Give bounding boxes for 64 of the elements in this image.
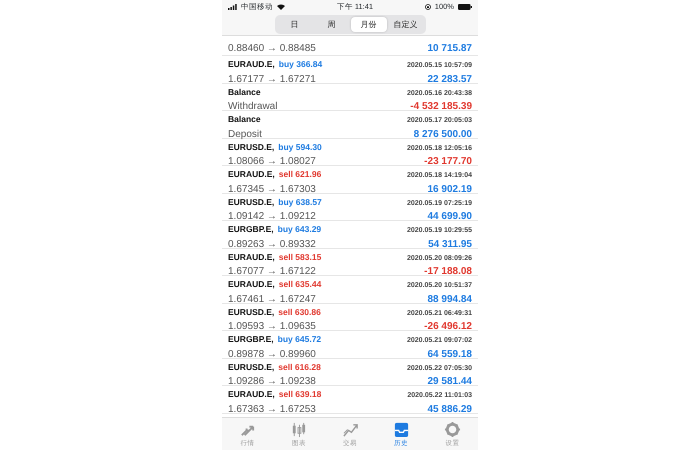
- trade-side-volume: sell 583.15: [278, 250, 322, 264]
- balance-type: Deposit: [228, 128, 262, 142]
- trade-side-volume: buy 645.72: [278, 333, 322, 346]
- balance-label: Balance: [228, 86, 261, 98]
- lock-rotation-icon: [424, 4, 431, 10]
- candlestick-icon: [290, 421, 308, 438]
- trade-symbol: EURAUD.E,: [228, 168, 275, 181]
- price-range: 1.67077 → 1.67122: [228, 265, 316, 279]
- profit-value: 16 902.19: [428, 182, 472, 196]
- trend-line-icon: [342, 421, 358, 438]
- trade-side-volume: sell 639.18: [278, 388, 322, 401]
- price-range: 1.08066 → 1.08027: [228, 155, 316, 169]
- period-tab[interactable]: 周: [314, 17, 350, 32]
- profit-value: 8 276 500.00: [414, 128, 472, 142]
- balance-label: Balance: [228, 113, 261, 126]
- trade-symbol: EURGBP.E,: [228, 223, 274, 236]
- trade-symbol: EURUSD.E,: [228, 360, 274, 374]
- profit-value: -4 532 185.39: [410, 100, 472, 114]
- profit-value: -23 177.70: [424, 155, 472, 169]
- period-tab[interactable]: 自定义: [388, 17, 424, 32]
- profit-value: -26 496.12: [424, 320, 472, 334]
- signal-icon: [228, 4, 237, 10]
- profit-value: 54 311.95: [428, 238, 472, 252]
- price-range: 0.88460 → 0.88485: [228, 42, 316, 56]
- profit-value: 10 715.87: [428, 42, 472, 56]
- trade-side-volume: sell 630.86: [278, 306, 321, 318]
- period-tab[interactable]: 日: [276, 17, 312, 32]
- trade-symbol: EURAUD.E,: [228, 250, 275, 264]
- profit-value: 45 886.29: [428, 402, 472, 416]
- price-range: 1.67461 → 1.67247: [228, 292, 316, 306]
- trade-symbol: EURAUD.E,: [228, 388, 275, 401]
- price-range: 1.67363 → 1.67253: [228, 402, 316, 416]
- profit-value: 29 581.44: [428, 375, 472, 389]
- profit-value: -17 188.08: [424, 265, 472, 279]
- trade-symbol: EURAUD.E,: [228, 58, 275, 71]
- price-range: 0.89263 → 0.89332: [228, 238, 316, 252]
- inbox-icon: [392, 421, 410, 438]
- trade-side-volume: buy 594.30: [278, 140, 322, 154]
- price-range: 0.89878 → 0.89960: [228, 348, 316, 362]
- price-range: 1.09593 → 1.09635: [228, 320, 316, 334]
- profit-value: 88 994.84: [428, 292, 472, 306]
- wifi-icon: [277, 4, 285, 10]
- trade-side-volume: sell 621.96: [278, 168, 322, 181]
- profit-value: 44 699.90: [428, 210, 472, 224]
- period-tab[interactable]: 月份: [350, 17, 386, 32]
- price-range: 1.67177 → 1.67271: [228, 72, 316, 86]
- trade-symbol: EURUSD.E,: [228, 196, 274, 208]
- trade-symbol: EURAUD.E,: [228, 278, 275, 291]
- trade-side-volume: buy 638.57: [278, 196, 322, 208]
- trade-symbol: EURGBP.E,: [228, 333, 274, 346]
- battery-icon: [458, 4, 472, 10]
- price-range: 1.09142 → 1.09212: [228, 210, 316, 224]
- profit-value: 64 559.18: [428, 348, 472, 362]
- price-range: 1.67345 → 1.67303: [228, 182, 316, 196]
- balance-type: Withdrawal: [228, 100, 278, 114]
- trade-side-volume: sell 616.28: [278, 360, 321, 374]
- trade-symbol: EURUSD.E,: [228, 306, 274, 318]
- gear-icon: [444, 421, 461, 438]
- price-range: 1.09286 → 1.09238: [228, 375, 316, 389]
- trade-symbol: EURUSD.E,: [228, 140, 274, 154]
- profit-value: 22 283.57: [428, 72, 472, 86]
- trade-side-volume: buy 643.29: [278, 223, 322, 236]
- trade-side-volume: buy 366.84: [278, 58, 322, 71]
- trade-side-volume: sell 635.44: [278, 278, 322, 291]
